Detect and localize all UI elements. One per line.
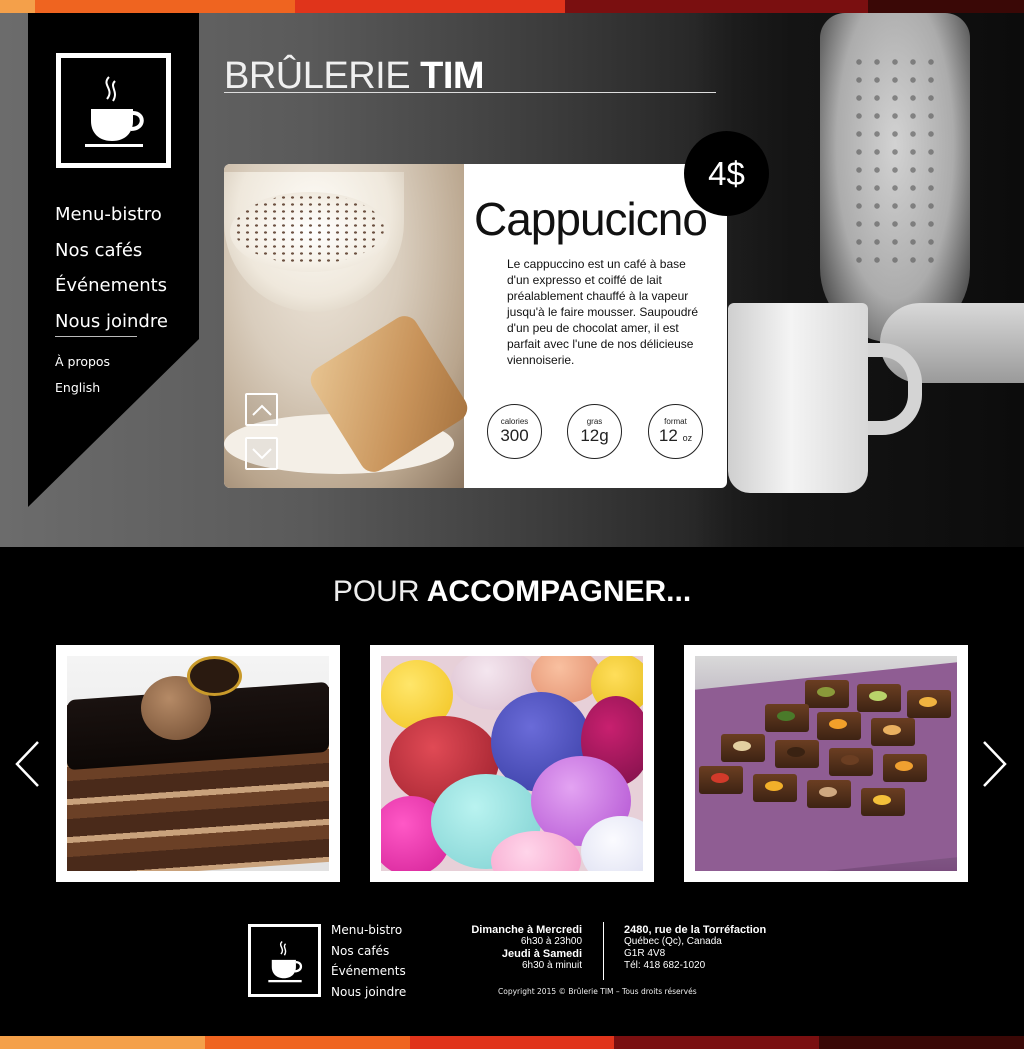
carousel-item-cake[interactable] [56,645,340,882]
featured-product-card: Cappucicno Le cappuccino est un café à b… [224,164,727,488]
footer-logo[interactable] [248,924,321,997]
address-street: 2480, rue de la Torréfaction [624,924,767,936]
address-postal: G1R 4V8 [624,948,666,959]
cappuccino-photo [224,164,473,488]
stat-value: 300 [500,426,529,445]
stripe-segment [0,1036,205,1049]
section-title-light: POUR [332,575,420,608]
secondary-nav: À propos English [55,349,110,401]
chocolate-piece [765,704,809,732]
hero-tie [850,53,940,273]
top-color-stripe [0,0,1024,13]
nav-divider [55,336,137,337]
stat-label: gras [586,417,603,426]
stat-fat: gras 12g [567,404,622,459]
nav-item-english[interactable]: English [55,375,110,401]
footer-nav: Menu-bistro Nos cafés Événements Nous jo… [331,920,406,1002]
footer-nav-nos-cafes[interactable]: Nos cafés [331,941,406,962]
chocolate-piece [829,748,873,776]
chocolate-piece [775,740,819,768]
brand-title-bold: TIM [420,55,485,97]
bottom-color-stripe [0,1036,1024,1049]
stripe-segment [295,0,565,13]
hours-days: Jeudi à Samedi [501,948,582,960]
stripe-segment [614,1036,820,1049]
chevron-up-icon [251,404,272,416]
stat-calories: calories 300 [487,404,542,459]
nav-item-evenements[interactable]: Événements [55,268,168,304]
chocolate-piece [883,754,927,782]
stripe-segment [564,0,868,13]
chocolate-piece [857,684,901,712]
hero-cup [728,303,868,493]
chocolate-piece [861,788,905,816]
hours-days: Dimanche à Mercredi [471,924,582,936]
chocolate-piece [753,774,797,802]
chocolate-piece [699,766,743,794]
chocolate-piece [871,718,915,746]
nav-item-a-propos[interactable]: À propos [55,349,110,375]
coffee-cup-icon [84,75,144,147]
nav-item-menu-bistro[interactable]: Menu-bistro [55,197,168,233]
address-block: 2480, rue de la Torréfaction Québec (Qc)… [624,924,766,972]
stat-value: 12g [580,426,609,445]
stripe-segment [867,0,1024,13]
stat-unit: oz [682,433,693,443]
coffee-cup-icon [267,940,302,982]
sidebar: Menu-bistro Nos cafés Événements Nous jo… [28,13,199,507]
stripe-segment [0,0,36,13]
cocoa-powder [234,194,384,264]
hours-time: 6h30 à minuit [521,960,582,971]
chocolate-piece [805,680,849,708]
chocolate-cake-image [67,656,329,871]
stat-value-number: 12 [658,426,678,445]
chevron-down-icon [251,447,272,459]
chocolate-piece [817,712,861,740]
stripe-segment [409,1036,615,1049]
carousel-item-chocolates[interactable] [684,645,968,882]
macarons-image [381,656,643,871]
address-phone[interactable]: Tél: 418 682-1020 [624,960,766,972]
chocolate-piece [721,734,765,762]
hero-section: Menu-bistro Nos cafés Événements Nous jo… [0,13,1024,547]
product-description: Le cappuccino est un café à base d'un ex… [507,257,699,367]
next-product-button[interactable] [245,437,278,470]
brand-title-light: BRÛLERIE [224,55,411,97]
chocolate-box-image [695,656,957,871]
stat-label: format [664,417,687,426]
logo[interactable] [56,53,171,168]
price-badge: 4$ [684,131,769,216]
stat-label: calories [500,417,529,426]
carousel-item-macarons[interactable] [370,645,654,882]
footer-divider [603,922,604,980]
footer-nav-evenements[interactable]: Événements [331,961,406,982]
hours-time: 6h30 à 23h00 [520,936,582,947]
section-title-bold: ACCOMPAGNER... [426,575,692,608]
stat-format: format 12 oz [648,404,703,459]
chocolate-piece [907,690,951,718]
footer-nav-nous-joindre[interactable]: Nous joindre [331,982,406,1003]
brand-underline [224,92,716,93]
section-title: POUR ACCOMPAGNER... [0,575,1024,609]
previous-product-button[interactable] [245,393,278,426]
product-title: Cappucicno [474,193,708,245]
main-nav: Menu-bistro Nos cafés Événements Nous jo… [55,197,168,339]
address-city: Québec (Qc), Canada [624,936,722,947]
chocolate-piece [807,780,851,808]
stat-value: 12 oz [649,426,702,448]
nav-item-nous-joindre[interactable]: Nous joindre [55,304,168,340]
stripe-segment [819,1036,1024,1049]
stripe-segment [204,1036,410,1049]
nav-item-nos-cafes[interactable]: Nos cafés [55,233,168,269]
cake-chocolate-disc [187,656,242,696]
copyright: Copyright 2015 © Brûlerie TIM – Tous dro… [498,987,697,996]
chevron-left-icon[interactable] [14,740,40,788]
stripe-segment [35,0,296,13]
opening-hours: Dimanche à Mercredi 6h30 à 23h00 Jeudi à… [471,924,582,972]
chevron-right-icon[interactable] [982,740,1008,788]
footer-nav-menu-bistro[interactable]: Menu-bistro [331,920,406,941]
